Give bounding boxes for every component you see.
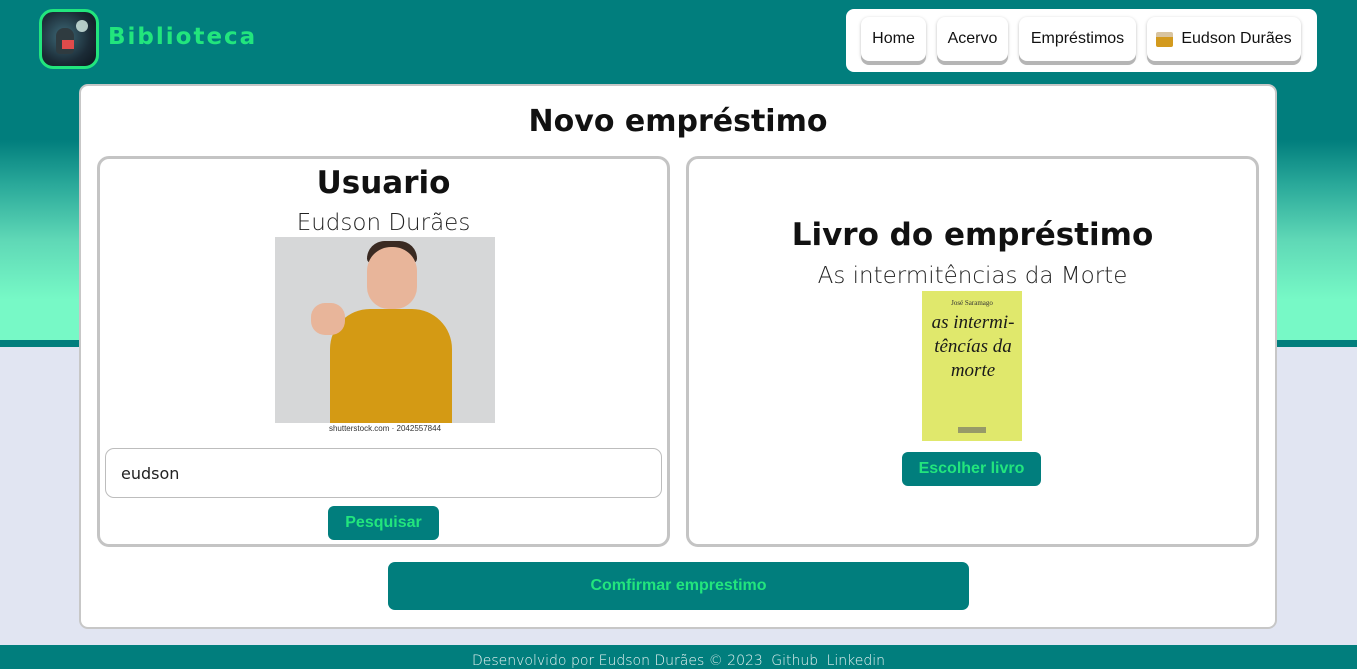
book-title: As intermitências da Morte	[817, 263, 1128, 289]
scrollbar-track[interactable]	[1357, 0, 1364, 669]
nav-emprestimos-label: Empréstimos	[1030, 30, 1125, 47]
nav-acervo-label: Acervo	[947, 30, 998, 47]
book-cover-image: José Saramago as intermi-têncías da mort…	[922, 291, 1022, 441]
user-panel: Usuario Eudson Durães shutterstock.com ·…	[97, 156, 670, 547]
footer-text: Desenvolvido por Eudson Durães © 2023	[471, 653, 763, 669]
user-name: Eudson Durães	[296, 210, 471, 236]
brand-title[interactable]: Biblioteca	[108, 24, 257, 50]
user-photo: shutterstock.com · 2042557844	[275, 237, 495, 437]
logo-icon[interactable]	[39, 9, 99, 69]
photo-caption: shutterstock.com · 2042557844	[328, 424, 442, 433]
confirm-loan-button[interactable]: Comfirmar emprestimo	[388, 562, 969, 610]
nav-user-label: Eudson Durães	[1181, 30, 1292, 47]
book-cover-author: José Saramago	[951, 299, 993, 307]
nav-home-label: Home	[872, 30, 915, 47]
nav-emprestimos[interactable]: Empréstimos	[1019, 17, 1136, 61]
new-loan-card: Novo empréstimo Usuario Eudson Durães sh…	[79, 84, 1277, 629]
main-nav: Home Acervo Empréstimos Eudson Durães	[846, 9, 1317, 72]
user-avatar-icon	[1156, 31, 1174, 47]
book-panel-heading: Livro do empréstimo	[791, 217, 1154, 253]
book-panel: Livro do empréstimo As intermitências da…	[686, 156, 1259, 547]
top-header: Biblioteca Home Acervo Empréstimos Eudso…	[0, 0, 1357, 84]
footer-github-link[interactable]: Github	[771, 653, 818, 669]
footer-linkedin-link[interactable]: Linkedin	[827, 653, 885, 669]
book-cover-title: as intermi-têncías da morte	[931, 312, 1015, 381]
nav-user-profile[interactable]: Eudson Durães	[1147, 17, 1301, 61]
user-search-input[interactable]	[105, 448, 662, 498]
nav-home[interactable]: Home	[861, 17, 926, 61]
nav-acervo[interactable]: Acervo	[937, 17, 1008, 61]
user-panel-heading: Usuario	[316, 165, 451, 201]
page-title: Novo empréstimo	[528, 104, 828, 139]
search-button[interactable]: Pesquisar	[328, 506, 439, 540]
choose-book-button[interactable]: Escolher livro	[902, 452, 1041, 486]
footer: Desenvolvido por Eudson Durães © 2023 Gi…	[0, 645, 1357, 669]
